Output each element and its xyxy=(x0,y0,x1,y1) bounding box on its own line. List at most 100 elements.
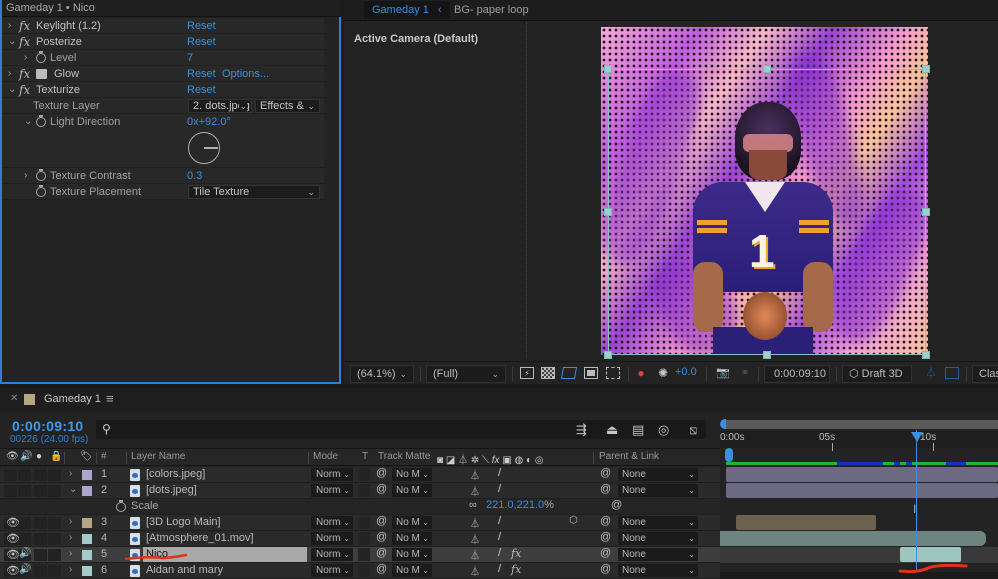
channel-icon[interactable]: ● xyxy=(634,367,648,379)
layer-name[interactable]: [3D Logo Main] xyxy=(143,515,221,530)
layer-row[interactable]: › 1 [colors.jpeg] Norm ⌄ @ No M ⌄ ⏃ / @ No… xyxy=(0,467,720,483)
view-layout-dropdown[interactable]: Clas xyxy=(972,365,998,383)
shy-icon[interactable]: ⏃ xyxy=(470,531,480,546)
layer-row[interactable]: 👁 🔊 › 6 Aidan and mary Norm ⌄ @ No M ⌄ ⏃ /… xyxy=(0,563,720,579)
solo-switch[interactable] xyxy=(34,533,47,545)
audio-icon[interactable]: 🔊 xyxy=(20,451,32,462)
texture-layer-dropdown[interactable]: 2. dots.jpeg ⌄ xyxy=(188,99,252,113)
constrain-proportions-icon[interactable]: ∞ xyxy=(469,499,477,511)
layer-name[interactable]: [dots.jpeg] xyxy=(143,483,197,498)
stopwatch-icon[interactable] xyxy=(36,185,46,197)
chevron-right-icon[interactable]: › xyxy=(69,564,72,575)
eye-icon[interactable]: 👁 xyxy=(6,532,20,545)
preserve-transparency-toggle[interactable] xyxy=(358,484,370,497)
snapshot-camera-icon[interactable]: 📷 xyxy=(716,367,730,379)
exposure-value[interactable]: +0.0 xyxy=(675,366,697,378)
3d-ground-plane-icon[interactable]: ⏃ xyxy=(924,367,938,379)
chevron-right-icon[interactable]: › xyxy=(24,50,27,66)
col-mode[interactable]: Mode xyxy=(313,451,338,462)
chevron-down-icon[interactable]: ⌄ xyxy=(8,34,16,50)
transform-handle[interactable] xyxy=(763,65,771,73)
playhead-handle[interactable] xyxy=(911,432,923,442)
tab-gameday-1[interactable]: Gameday 1 ‹ xyxy=(364,1,450,19)
chevron-down-icon[interactable]: ⌄ xyxy=(8,82,16,98)
parent-pickwhip-icon[interactable]: @ xyxy=(600,515,611,527)
texture-placement-dropdown[interactable]: Tile Texture ⌄ xyxy=(188,185,320,199)
eye-icon[interactable]: 👁 xyxy=(6,564,20,577)
parent-dropdown[interactable]: None ⌄ xyxy=(618,516,698,529)
3d-layer-icon[interactable]: ⬡ xyxy=(569,515,578,526)
parent-pickwhip-icon[interactable]: @ xyxy=(600,467,611,479)
shy-layers-icon[interactable]: ⏏ xyxy=(606,422,618,438)
stopwatch-icon[interactable] xyxy=(116,500,126,512)
panel-menu-icon[interactable]: ≡ xyxy=(106,391,114,406)
lock-switch[interactable] xyxy=(48,549,61,561)
parent-dropdown[interactable]: None ⌄ xyxy=(618,484,698,497)
pickwhip-icon[interactable]: @ xyxy=(376,531,387,543)
layer-bar-2[interactable] xyxy=(726,483,998,498)
tab-bg-paper-loop[interactable]: BG- paper loop xyxy=(454,1,529,19)
fx-icon[interactable]: fx xyxy=(19,66,30,82)
parent-pickwhip-icon[interactable]: @ xyxy=(600,547,611,559)
lock-switch[interactable] xyxy=(48,485,61,497)
chevron-right-icon[interactable]: › xyxy=(69,548,72,559)
preserve-transparency-toggle[interactable] xyxy=(358,564,370,577)
chevron-right-icon[interactable]: › xyxy=(69,468,72,479)
reset-link[interactable]: Reset xyxy=(187,18,216,34)
blend-mode-dropdown[interactable]: Norm ⌄ xyxy=(311,548,353,561)
blend-mode-dropdown[interactable]: Norm ⌄ xyxy=(311,564,353,577)
label-color[interactable] xyxy=(82,486,92,496)
layer-row[interactable]: 👁 › 3 [3D Logo Main] Norm ⌄ @ No M ⌄ ⏃ / ⬡… xyxy=(0,515,720,531)
blend-mode-dropdown[interactable]: Norm ⌄ xyxy=(311,468,353,481)
graph-editor-icon[interactable]: ⧅ xyxy=(689,422,697,438)
track-matte-dropdown[interactable]: No M ⌄ xyxy=(392,468,432,481)
zoom-dropdown[interactable]: (64.1%) ⌄ xyxy=(350,365,414,383)
parent-dropdown[interactable]: None ⌄ xyxy=(618,532,698,545)
blend-mode-dropdown[interactable]: Norm ⌄ xyxy=(311,532,353,545)
light-direction-value[interactable]: 0x+92.0° xyxy=(187,114,231,130)
fx-icon[interactable]: fx xyxy=(19,18,30,34)
stopwatch-icon[interactable] xyxy=(36,51,46,63)
layer-bar-3[interactable] xyxy=(736,515,876,530)
col-layer-name[interactable]: Layer Name xyxy=(131,451,185,462)
lock-switch[interactable] xyxy=(48,469,61,481)
chevron-right-icon[interactable]: › xyxy=(69,516,72,527)
current-time[interactable]: 0:00:09:10 xyxy=(12,418,84,434)
track-matte-dropdown[interactable]: No M ⌄ xyxy=(392,548,432,561)
transform-handle[interactable] xyxy=(922,65,930,73)
renderer-button[interactable]: ⬡ Draft 3D xyxy=(842,365,912,383)
effect-posterize[interactable]: ⌄ fx Posterize Reset xyxy=(2,34,324,50)
shy-icon[interactable]: ⏃ xyxy=(470,515,480,530)
layer-row[interactable]: ⌄ 2 [dots.jpeg] Norm ⌄ @ No M ⌄ ⏃ / @ None… xyxy=(0,483,720,499)
layer-row[interactable]: 👁 › 4 [Atmosphere_01.mov] Norm ⌄ @ No M ⌄ … xyxy=(0,531,720,547)
pickwhip-icon[interactable]: @ xyxy=(376,547,387,559)
level-value[interactable]: 7 xyxy=(187,50,193,66)
scale-value[interactable]: 221.0,221.0% xyxy=(486,499,554,511)
chevron-right-icon[interactable]: › xyxy=(8,66,11,82)
video-switch[interactable] xyxy=(4,485,17,497)
layer-name[interactable]: Aidan and mary xyxy=(143,563,223,578)
fast-preview-icon[interactable]: ⚡ xyxy=(520,367,534,379)
parent-dropdown[interactable]: None ⌄ xyxy=(618,468,698,481)
expression-pickwhip-icon[interactable]: @ xyxy=(611,499,622,511)
current-time-display[interactable]: 0:00:09:10 xyxy=(764,365,830,383)
shy-icon[interactable]: ⏃ xyxy=(470,563,480,578)
layer-name[interactable]: [colors.jpeg] xyxy=(143,467,205,482)
preserve-transparency-toggle[interactable] xyxy=(358,532,370,545)
close-icon[interactable]: ✕ xyxy=(10,393,18,404)
lock-switch[interactable] xyxy=(48,517,61,529)
preserve-transparency-toggle[interactable] xyxy=(358,468,370,481)
shy-icon[interactable]: ⏃ xyxy=(470,547,480,562)
quality-icon[interactable]: / xyxy=(498,467,501,479)
solo-switch[interactable] xyxy=(34,549,47,561)
label-color[interactable] xyxy=(82,470,92,480)
blend-mode-dropdown[interactable]: Norm ⌄ xyxy=(311,484,353,497)
chevron-down-icon[interactable]: ⌄ xyxy=(69,484,77,495)
solo-icon[interactable]: ● xyxy=(36,451,42,462)
quality-icon[interactable]: / xyxy=(498,483,501,495)
eye-icon[interactable]: 👁 xyxy=(6,516,20,529)
blend-mode-dropdown[interactable]: Norm ⌄ xyxy=(311,516,353,529)
track-matte-dropdown[interactable]: No M ⌄ xyxy=(392,516,432,529)
speaker-icon[interactable]: 🔊 xyxy=(19,548,31,559)
pickwhip-icon[interactable]: @ xyxy=(376,563,387,575)
